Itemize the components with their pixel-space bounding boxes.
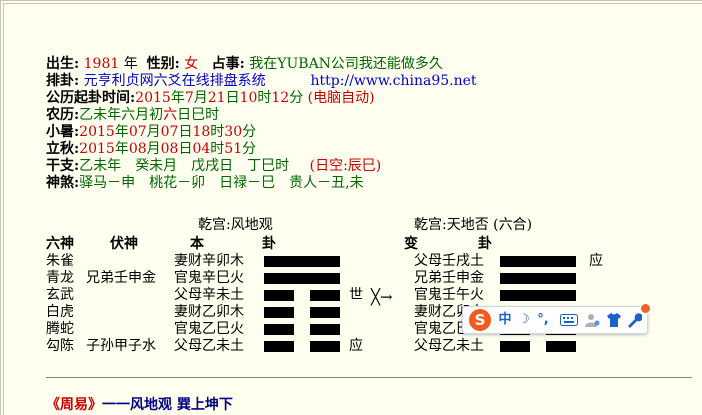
- chinese-mode-button[interactable]: 中: [497, 310, 513, 330]
- changed-gua-title: 乾宫:天地否 (六合): [414, 217, 533, 233]
- xiaoshu-row: 小暑:2015年07月07日18时30分: [46, 124, 257, 140]
- yang-line: [264, 256, 340, 267]
- gender: 女: [184, 56, 199, 72]
- liushen-cell: 玄武: [46, 287, 74, 303]
- ben-yao-label: 官鬼乙巳火: [174, 321, 244, 337]
- bian-yao-label: 兄弟壬申金: [414, 270, 484, 286]
- shi-ying-mark: 应: [349, 338, 363, 354]
- wrench-icon[interactable]: [625, 310, 643, 330]
- yang-line: [500, 273, 576, 284]
- zhouyi-text: 一一风地观 巽上坤下: [102, 397, 233, 413]
- ime-toolbar[interactable]: S 中 ☽ °,: [462, 303, 651, 334]
- shirt-icon[interactable]: [605, 310, 623, 330]
- birth-row: 出生: 1981 年 性别: 女 占事: 我在YUBAN公司我还能做多久: [46, 56, 443, 72]
- ben-yao-label: 父母辛未土: [174, 287, 244, 303]
- yin-line: [264, 307, 340, 318]
- fushen-cell: 子孙甲子水: [86, 338, 156, 354]
- liushen-cell: 白虎: [46, 304, 74, 320]
- bian-yao-label: 官鬼壬午火: [414, 287, 484, 303]
- zhouyi-heading: 《周易》一一风地观 巽上坤下: [46, 394, 233, 414]
- shi-ying-mark: 世: [349, 287, 363, 303]
- liushen-cell: 朱雀: [46, 253, 74, 269]
- yang-line: [500, 256, 576, 267]
- moon-icon[interactable]: ☽: [517, 310, 531, 330]
- col-ben: 本: [190, 236, 204, 252]
- change-arrow: ╳→: [371, 288, 393, 306]
- sogou-logo-icon[interactable]: S: [469, 309, 491, 331]
- liushen-cell: 勾陈: [46, 338, 74, 354]
- yin-line: [264, 290, 340, 301]
- col-gua2: 卦: [478, 236, 492, 252]
- notification-dot: [640, 303, 651, 314]
- paigua-row: 排卦: 元亨利贞网六爻在线排盘系统 http://www.china95.net: [46, 73, 477, 89]
- zhouyi-title[interactable]: 《周易》: [46, 397, 102, 413]
- matter: 我在YUBAN公司我还能做多久: [249, 56, 443, 72]
- lunar-row: 农历:乙未年六月初六日巳时: [46, 107, 220, 123]
- yin-line: [500, 341, 576, 352]
- main-gua-title: 乾宫:风地观: [198, 217, 273, 233]
- ganzhi-row: 干支:乙未年 癸未月 戊戌日 丁巳时 (日空:辰巳): [46, 158, 382, 174]
- divider: [46, 377, 692, 378]
- ben-yao-label: 官鬼辛巳火: [174, 270, 244, 286]
- yin-line: [264, 341, 340, 352]
- yang-line: [264, 273, 340, 284]
- bian-yao-label: 父母乙未土: [414, 338, 484, 354]
- punctuation-button[interactable]: °,: [533, 310, 553, 330]
- col-bian: 变: [404, 236, 418, 252]
- shi-ying-mark: 应: [589, 253, 603, 269]
- yin-line: [264, 324, 340, 335]
- keyboard-icon[interactable]: [559, 310, 579, 330]
- birth-year: 1981: [83, 56, 120, 72]
- bian-yao-label: 父母壬戌土: [414, 253, 484, 269]
- yang-line: [500, 290, 576, 301]
- site-url[interactable]: http://www.china95.net: [311, 73, 477, 89]
- liqiu-row: 立秋:2015年08月08日04时51分: [46, 141, 257, 157]
- ben-yao-label: 妻财乙卯木: [174, 304, 244, 320]
- col-liushen: 六神: [46, 236, 74, 252]
- liushen-cell: 青龙: [46, 270, 74, 286]
- ben-yao-label: 父母乙未土: [174, 338, 244, 354]
- col-fushen: 伏神: [110, 236, 138, 252]
- auto-note: (电脑自动): [307, 90, 375, 106]
- time-row: 公历起卦时间:2015年7月21日10时12分 (电脑自动): [46, 90, 375, 106]
- fushen-cell: 兄弟壬申金: [86, 270, 156, 286]
- liushen-cell: 腾蛇: [46, 321, 74, 337]
- col-gua: 卦: [262, 236, 276, 252]
- ben-yao-label: 妻财辛卯木: [174, 253, 244, 269]
- day-kong: (日空:辰巳): [309, 158, 382, 174]
- user-icon[interactable]: [583, 310, 601, 330]
- paigua-system: 元亨利贞网六爻在线排盘系统: [83, 73, 266, 89]
- shensha-row: 神煞:驿马－申 桃花－卯 日禄－巳 贵人－丑,未: [46, 175, 364, 191]
